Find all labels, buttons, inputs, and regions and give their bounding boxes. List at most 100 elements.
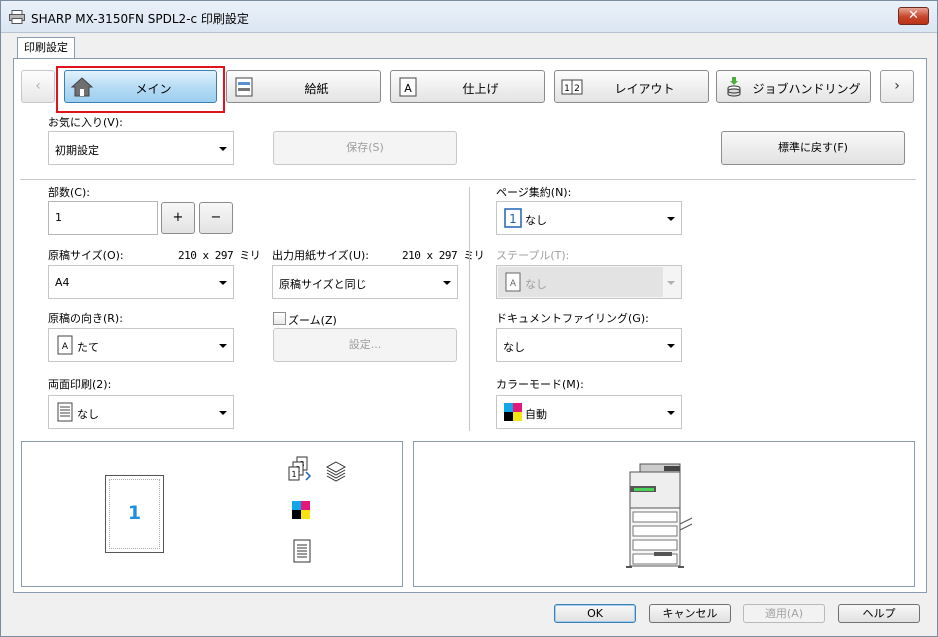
printer-illustration: [626, 463, 693, 568]
chevron-down-icon: [667, 281, 675, 285]
apply-button[interactable]: 適用(A): [743, 604, 825, 623]
duplex-label: 両面印刷(2):: [48, 378, 112, 391]
svg-text:A: A: [510, 279, 517, 289]
output-size-value: 原稿サイズと同じ: [279, 278, 367, 291]
document-filing-label: ドキュメントファイリング(G):: [496, 312, 649, 325]
output-size-label: 出力用紙サイズ(U):: [272, 249, 370, 262]
color-mode-select[interactable]: 自動: [496, 395, 682, 429]
portrait-page-icon: A: [57, 335, 73, 355]
finishing-icon: A: [399, 77, 417, 97]
tab-scroll-left-button[interactable]: ‹: [21, 70, 55, 103]
tab-job-handling-label: ジョブハンドリング: [752, 82, 861, 96]
output-size-dimensions: 210 x 297 ミリ: [402, 249, 485, 262]
save-favorite-button[interactable]: 保存(S): [273, 131, 457, 165]
layout-icon: 1 2: [561, 79, 583, 95]
single-page-icon: 1: [504, 208, 522, 228]
svg-text:A: A: [62, 342, 69, 352]
tab-layout[interactable]: 1 2 レイアウト: [554, 70, 709, 103]
svg-text:1: 1: [564, 84, 570, 94]
window-title: SHARP MX-3150FN SPDL2-c 印刷設定: [31, 12, 249, 26]
duplex-page-icon: [57, 402, 73, 422]
output-size-select[interactable]: 原稿サイズと同じ: [272, 265, 458, 299]
page-preview: 1: [105, 475, 164, 553]
chevron-down-icon: [219, 281, 227, 285]
tab-job-handling[interactable]: ジョブハンドリング: [716, 70, 871, 103]
staple-page-icon: A: [505, 272, 521, 292]
document-filing-value: なし: [503, 341, 525, 354]
pages-per-sheet-select[interactable]: 1 なし: [496, 201, 682, 235]
orientation-value: たて: [77, 341, 99, 354]
chevron-down-icon: [219, 411, 227, 415]
help-button[interactable]: ヘルプ: [838, 604, 920, 623]
document-filing-select[interactable]: なし: [496, 328, 682, 362]
original-size-select[interactable]: A4: [48, 265, 234, 299]
close-icon: ✕: [908, 8, 919, 23]
staple-select[interactable]: A なし: [496, 265, 682, 299]
page-preview-panel: 1 3 2 1: [21, 441, 403, 587]
svg-text:1: 1: [291, 470, 296, 479]
zoom-checkbox[interactable]: [273, 312, 286, 325]
tab-finishing[interactable]: A 仕上げ: [390, 70, 545, 103]
svg-text:1: 1: [509, 212, 517, 226]
printer-preview-panel: [413, 441, 915, 587]
copies-decrease-button[interactable]: −: [199, 202, 233, 234]
staple-value: なし: [525, 278, 547, 291]
copies-increase-button[interactable]: +: [161, 202, 195, 234]
printer-icon: [9, 10, 25, 24]
print-settings-window: SHARP MX-3150FN SPDL2-c 印刷設定 ✕ 印刷設定 ‹ メイ…: [0, 0, 938, 637]
cancel-button[interactable]: キャンセル: [649, 604, 731, 623]
favorites-select[interactable]: 初期設定: [48, 131, 234, 165]
chevron-left-icon: ‹: [35, 78, 41, 94]
close-button[interactable]: ✕: [898, 7, 929, 25]
highlight-outline: [56, 66, 225, 113]
copies-label: 部数(C):: [48, 186, 90, 199]
column-divider: [469, 187, 470, 431]
pages-per-sheet-label: ページ集約(N):: [496, 186, 572, 199]
job-handling-icon: [727, 77, 741, 97]
copies-value: 1: [55, 211, 62, 224]
original-size-dimensions: 210 x 297 ミリ: [178, 249, 261, 262]
chevron-right-icon: ›: [894, 78, 900, 94]
title-bar: SHARP MX-3150FN SPDL2-c 印刷設定 ✕: [1, 1, 937, 33]
zoom-label: ズーム(Z): [288, 314, 337, 327]
svg-text:2: 2: [574, 84, 580, 94]
ok-button[interactable]: OK: [554, 604, 636, 623]
page-number: 1: [127, 502, 142, 524]
color-mode-label: カラーモード(M):: [496, 378, 584, 391]
divider: [20, 179, 916, 180]
chevron-down-icon: [667, 217, 675, 221]
chevron-down-icon: [667, 344, 675, 348]
simplex-page-icon: [293, 539, 311, 563]
svg-text:A: A: [404, 82, 412, 95]
tab-paper-source[interactable]: 給紙: [226, 70, 381, 103]
main-panel: ‹ メイン 給紙 A 仕上げ 1 2 レイアウト ジョブハンドリング › お気に…: [13, 58, 927, 593]
original-size-value: A4: [55, 276, 70, 289]
staple-label: ステープル(T):: [496, 249, 570, 262]
tab-print-settings[interactable]: 印刷設定: [17, 37, 75, 59]
chevron-down-icon: [667, 411, 675, 415]
chevron-down-icon: [219, 147, 227, 151]
favorites-value: 初期設定: [55, 144, 99, 157]
paper-tray-icon: [235, 77, 253, 97]
duplex-select[interactable]: なし: [48, 395, 234, 429]
tab-finishing-label: 仕上げ: [462, 82, 499, 96]
color-mode-value: 自動: [525, 408, 547, 421]
duplex-value: なし: [77, 408, 99, 421]
chevron-down-icon: [219, 344, 227, 348]
original-size-label: 原稿サイズ(O):: [48, 249, 124, 262]
favorites-label: お気に入り(V):: [48, 116, 123, 129]
zoom-settings-button[interactable]: 設定...: [273, 328, 457, 362]
pages-per-sheet-value: なし: [525, 214, 547, 227]
reset-defaults-button[interactable]: 標準に戻す(F): [721, 131, 905, 165]
color-mode-preview-icon: [292, 501, 310, 519]
color-mode-icon: [504, 403, 522, 421]
copies-input[interactable]: 1: [48, 201, 158, 235]
orientation-select[interactable]: A たて: [48, 328, 234, 362]
tab-layout-label: レイアウト: [614, 82, 675, 96]
chevron-down-icon: [443, 281, 451, 285]
tab-paper-source-label: 給紙: [304, 82, 329, 96]
tab-scroll-right-button[interactable]: ›: [880, 70, 914, 103]
orientation-label: 原稿の向き(R):: [48, 312, 123, 325]
paper-stack-icon: [325, 461, 347, 482]
collate-icon: 3 2 1: [288, 456, 312, 481]
